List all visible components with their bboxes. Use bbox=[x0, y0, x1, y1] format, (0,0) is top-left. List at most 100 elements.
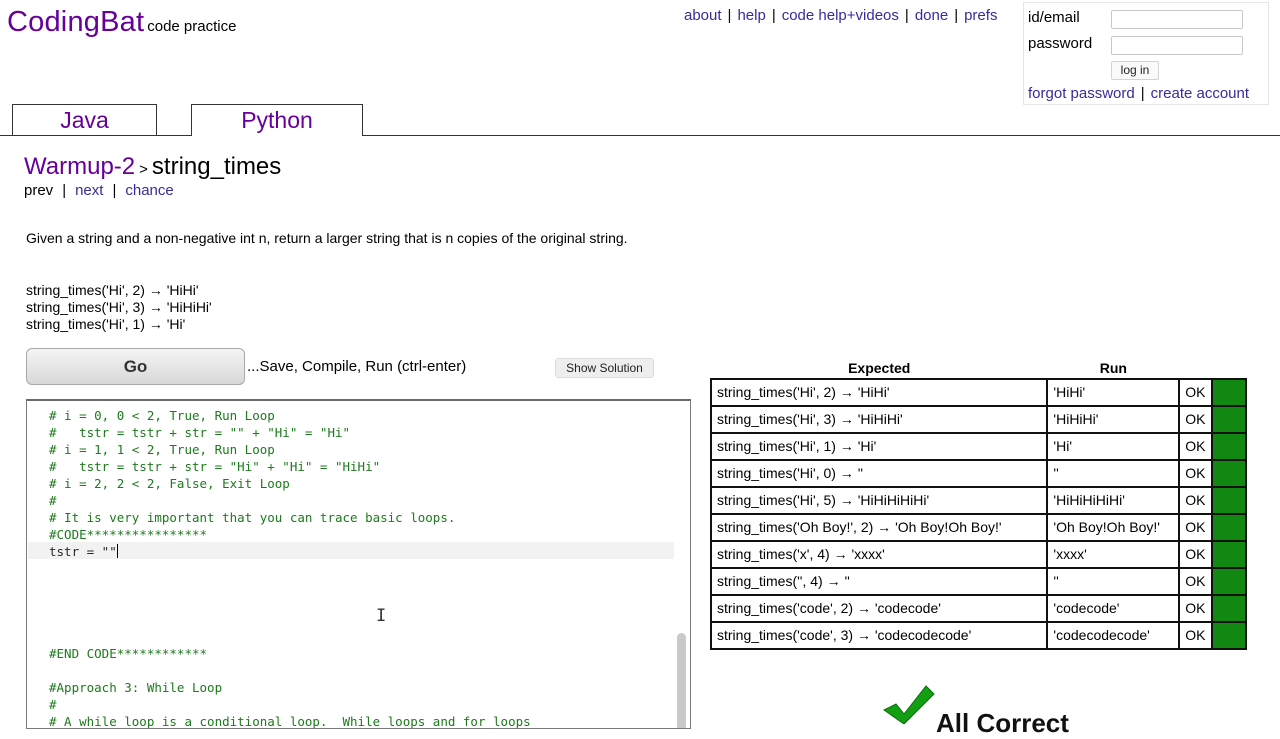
expected-cell: string_times('code', 2) → 'codecode' bbox=[709, 594, 1049, 623]
id-email-label: id/email bbox=[1028, 9, 1080, 26]
nav-help-link[interactable]: help bbox=[737, 7, 765, 24]
code-line[interactable]: # bbox=[49, 492, 531, 509]
example-line: string_times('Hi', 2) → 'HiHi' bbox=[26, 282, 199, 298]
ok-cell: OK bbox=[1178, 405, 1214, 434]
expected-cell: string_times('x', 4) → 'xxxx' bbox=[709, 540, 1049, 569]
problem-nav: prev | next | chance bbox=[24, 182, 174, 199]
code-line[interactable]: # tstr = tstr + str = "Hi" + "Hi" = "HiH… bbox=[49, 458, 531, 475]
breadcrumb-section-link[interactable]: Warmup-2 bbox=[24, 153, 135, 180]
code-line[interactable] bbox=[49, 594, 531, 611]
run-header: Run bbox=[1099, 360, 1127, 376]
nav-prefs-link[interactable]: prefs bbox=[964, 7, 997, 24]
code-line[interactable]: # tstr = tstr + str = "" + "Hi" = "Hi" bbox=[49, 424, 531, 441]
pass-indicator bbox=[1211, 594, 1247, 623]
code-line[interactable] bbox=[49, 662, 531, 679]
nav-separator: | bbox=[904, 7, 909, 24]
go-hint: ...Save, Compile, Run (ctrl-enter) bbox=[247, 358, 467, 375]
link-separator: | bbox=[1140, 85, 1145, 102]
ok-cell: OK bbox=[1178, 594, 1214, 623]
problem-description: Given a string and a non-negative int n,… bbox=[26, 230, 628, 246]
pass-indicator bbox=[1211, 486, 1247, 515]
run-cell: '' bbox=[1046, 567, 1181, 596]
create-account-link[interactable]: create account bbox=[1151, 85, 1249, 102]
code-line[interactable] bbox=[49, 577, 531, 594]
ok-cell: OK bbox=[1178, 486, 1214, 515]
pass-indicator bbox=[1211, 432, 1247, 461]
table-row: string_times('Hi', 1) → 'Hi' 'Hi' OK bbox=[709, 432, 1247, 461]
run-cell: 'HiHiHi' bbox=[1046, 405, 1181, 434]
code-line[interactable] bbox=[49, 560, 531, 577]
login-button[interactable]: log in bbox=[1111, 61, 1159, 80]
ok-cell: OK bbox=[1178, 621, 1214, 650]
run-cell: 'Hi' bbox=[1046, 432, 1181, 461]
code-text[interactable]: # i = 0, 0 < 2, True, Run Loop # tstr = t… bbox=[49, 407, 531, 728]
expected-cell: string_times('Hi', 1) → 'Hi' bbox=[709, 432, 1049, 461]
code-line[interactable]: # bbox=[49, 696, 531, 713]
page-title: string_times bbox=[151, 153, 282, 180]
id-email-input[interactable] bbox=[1111, 10, 1243, 29]
go-button[interactable]: Go bbox=[26, 348, 245, 385]
top-nav: about | help | code help+videos | done | prefs bbox=[684, 7, 997, 24]
code-line[interactable]: # It is very important that you can trac… bbox=[49, 509, 531, 526]
ok-cell: OK bbox=[1178, 540, 1214, 569]
expected-header: Expected bbox=[848, 360, 911, 376]
table-row: string_times('code', 2) → 'codecode''cod… bbox=[709, 594, 1247, 623]
logo-tagline: code practice bbox=[147, 18, 237, 35]
nav-about-link[interactable]: about bbox=[684, 7, 722, 24]
expected-cell: string_times('Hi', 0) → '' bbox=[709, 459, 1049, 488]
table-row: string_times('Hi', 5) → 'HiHiHiHiHi' 'HiH… bbox=[709, 486, 1247, 515]
run-cell: '' bbox=[1046, 459, 1181, 488]
expected-cell: string_times('code', 3) → 'codecodecode' bbox=[709, 621, 1049, 650]
tab-python[interactable]: Python bbox=[191, 104, 363, 136]
example-line: string_times('Hi', 3) → 'HiHiHi' bbox=[26, 299, 212, 315]
code-line[interactable]: #Approach 3: While Loop bbox=[49, 679, 531, 696]
pass-indicator bbox=[1211, 378, 1247, 407]
forgot-password-link[interactable]: forgot password bbox=[1028, 85, 1135, 102]
text-caret bbox=[116, 544, 118, 558]
example-line: string_times('Hi', 1) → 'Hi' bbox=[26, 316, 186, 332]
code-line[interactable] bbox=[49, 628, 531, 645]
table-row: string_times('code', 3) → 'codecodecode'… bbox=[709, 621, 1247, 650]
chance-link[interactable]: chance bbox=[125, 182, 173, 199]
code-line[interactable]: # i = 1, 1 < 2, True, Run Loop bbox=[49, 441, 531, 458]
next-link[interactable]: next bbox=[75, 182, 103, 199]
code-line[interactable]: #CODE**************** bbox=[49, 526, 531, 543]
logo-brand[interactable]: CodingBat bbox=[7, 6, 144, 38]
table-row: string_times('Hi', 0) → '' '' OK bbox=[709, 459, 1247, 488]
show-solution-button[interactable]: Show Solution bbox=[555, 358, 654, 378]
table-row: string_times('x', 4) → 'xxxx''xxxx' OK bbox=[709, 540, 1247, 569]
ok-cell: OK bbox=[1178, 567, 1214, 596]
prev-label: prev bbox=[24, 182, 54, 199]
nav-code-help-videos-link[interactable]: code help+videos bbox=[782, 7, 899, 24]
table-row: string_times('Hi', 3) → 'HiHiHi' 'HiHiHi'… bbox=[709, 405, 1247, 434]
nav-done-link[interactable]: done bbox=[915, 7, 948, 24]
logo[interactable]: CodingBat code practice bbox=[7, 6, 236, 39]
breadcrumb: Warmup-2 > string_times bbox=[24, 153, 281, 181]
run-cell: 'HiHiHiHiHi' bbox=[1046, 486, 1181, 515]
run-cell: 'HiHi' bbox=[1046, 378, 1181, 407]
run-cell: 'xxxx' bbox=[1046, 540, 1181, 569]
code-line[interactable]: # i = 0, 0 < 2, True, Run Loop bbox=[49, 407, 531, 424]
subnav-separator: | bbox=[112, 182, 117, 199]
expected-cell: string_times('', 4) → '' bbox=[709, 567, 1049, 596]
password-input[interactable] bbox=[1111, 36, 1243, 55]
code-line[interactable]: # i = 2, 2 < 2, False, Exit Loop bbox=[49, 475, 531, 492]
breadcrumb-separator: > bbox=[139, 161, 148, 178]
expected-cell: string_times('Hi', 2) → 'HiHi' bbox=[709, 378, 1049, 407]
tab-java[interactable]: Java bbox=[12, 104, 157, 135]
text-cursor-icon: I bbox=[376, 606, 387, 626]
code-line[interactable]: tstr = "" bbox=[49, 543, 531, 560]
code-line[interactable]: #END CODE************ bbox=[49, 645, 531, 662]
expected-cell: string_times('Hi', 5) → 'HiHiHiHiHi' bbox=[709, 486, 1049, 515]
code-line[interactable]: # A while loop is a conditional loop. Wh… bbox=[49, 713, 531, 728]
code-editor[interactable]: # i = 0, 0 < 2, True, Run Loop # tstr = t… bbox=[26, 399, 691, 729]
checkmark-icon bbox=[883, 685, 935, 724]
editor-scrollbar[interactable] bbox=[677, 633, 686, 728]
pass-indicator bbox=[1211, 405, 1247, 434]
color-header bbox=[1212, 360, 1246, 379]
code-line[interactable] bbox=[49, 611, 531, 628]
ok-cell: OK bbox=[1178, 378, 1214, 407]
ok-cell: OK bbox=[1178, 459, 1214, 488]
pass-indicator bbox=[1211, 513, 1247, 542]
run-cell: 'codecode' bbox=[1046, 594, 1181, 623]
